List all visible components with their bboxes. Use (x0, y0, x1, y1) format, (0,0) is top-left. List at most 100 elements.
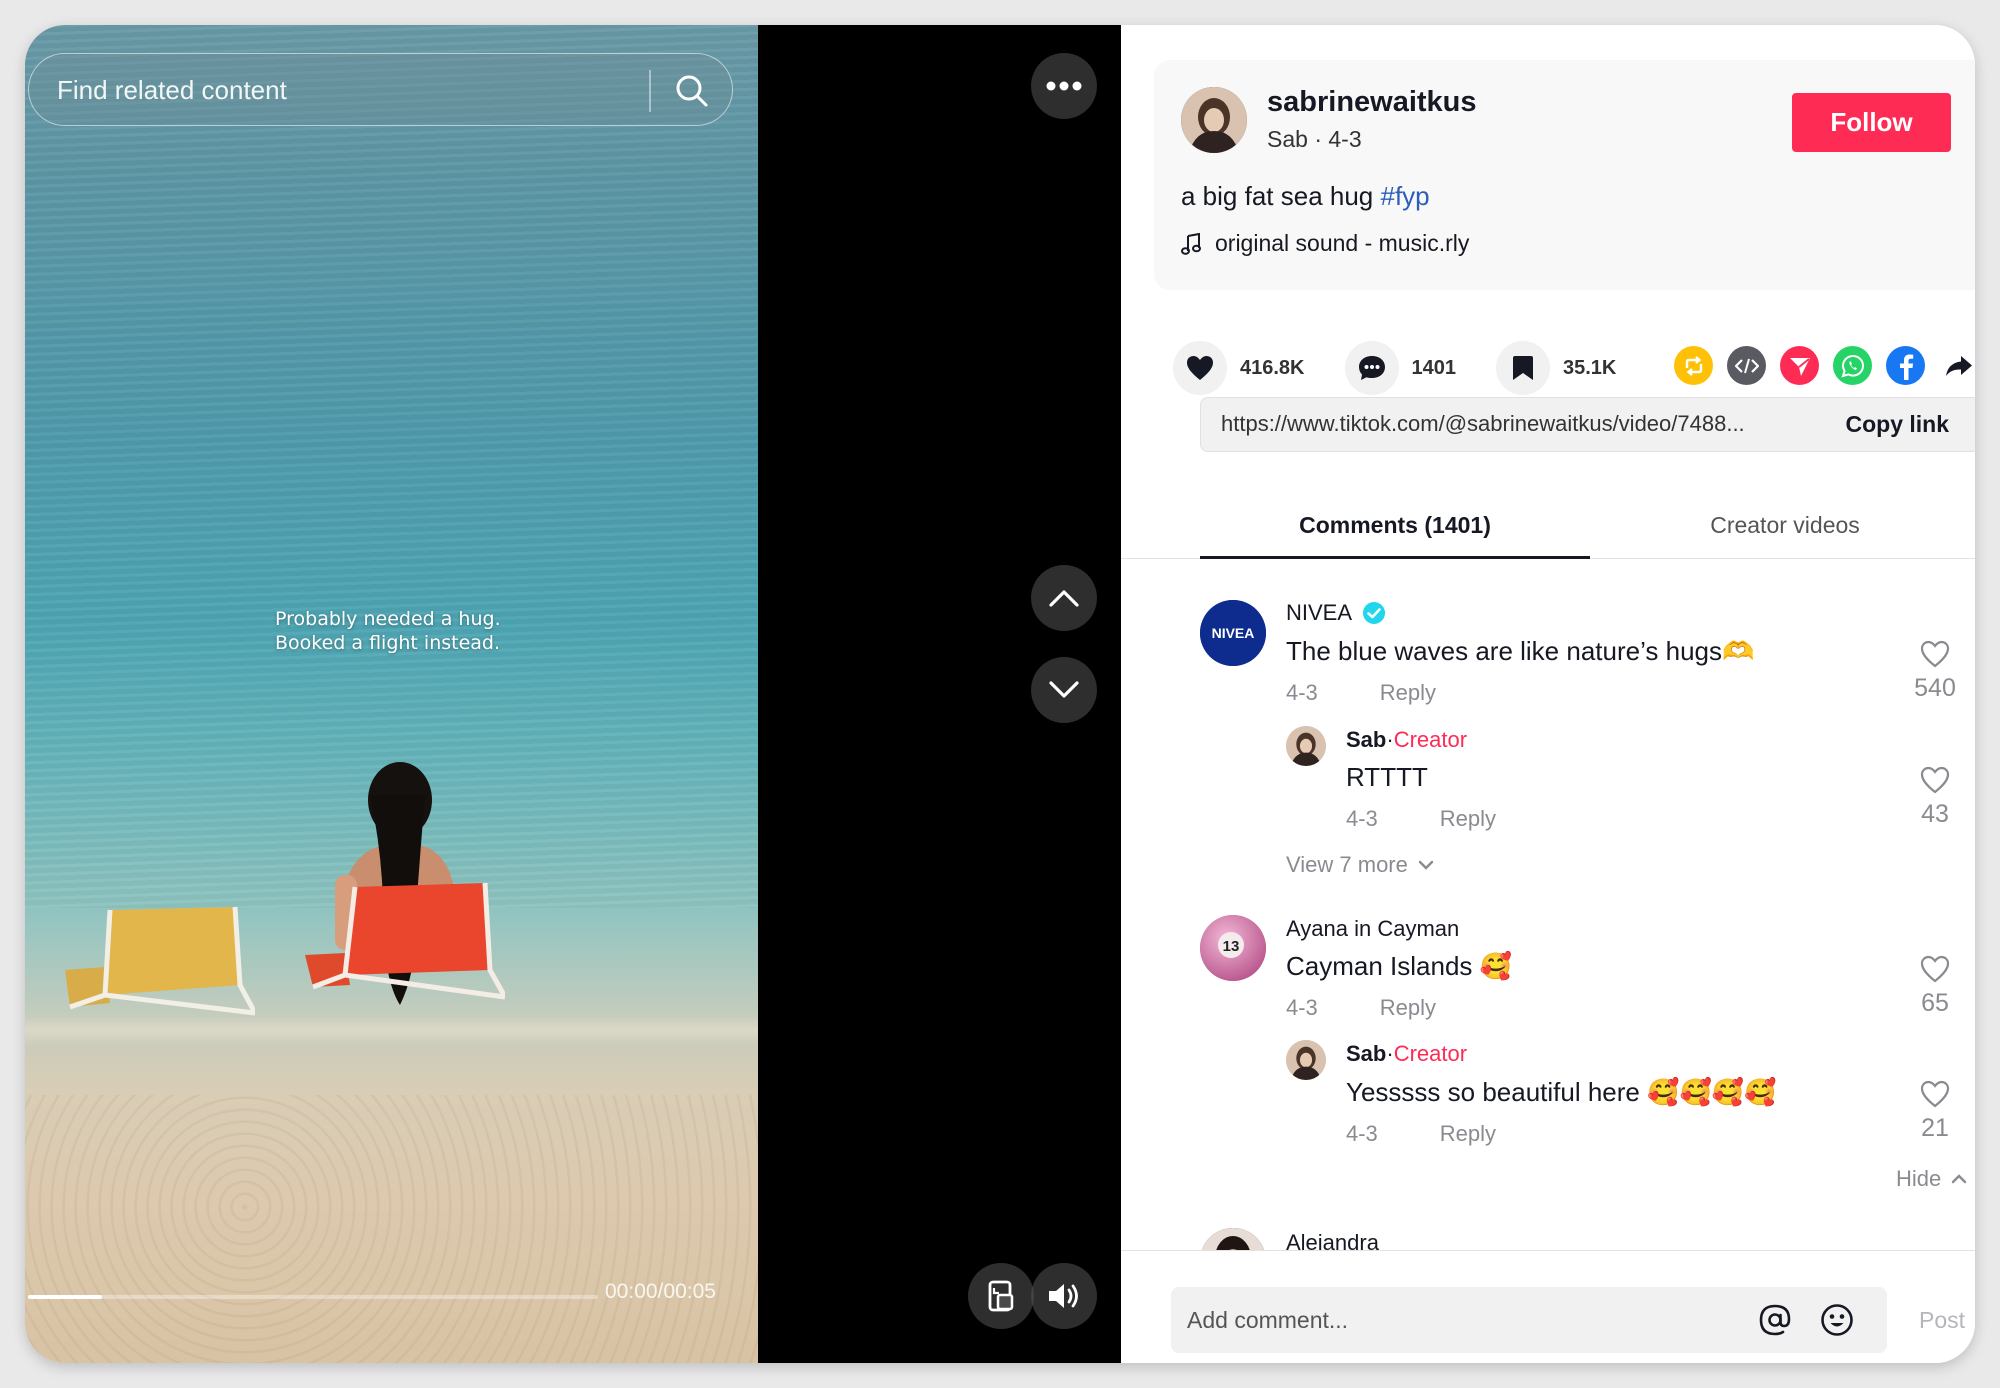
like-button[interactable] (1173, 341, 1227, 395)
search-input[interactable]: Find related content (57, 54, 287, 127)
sound-link[interactable]: original sound - music.rly (1181, 230, 1469, 257)
volume-button[interactable] (1031, 1263, 1097, 1329)
reply-like-button[interactable]: 21 (1905, 1080, 1965, 1143)
author-avatar[interactable] (1181, 87, 1247, 153)
whatsapp-button[interactable] (1833, 346, 1872, 385)
search-button[interactable] (665, 64, 719, 118)
previous-video-button[interactable] (1031, 565, 1097, 631)
video-link-box: https://www.tiktok.com/@sabrinewaitkus/v… (1200, 397, 1975, 452)
app-window: Find related content Probably needed a h… (25, 25, 1975, 1363)
reply-like-count: 21 (1921, 1114, 1949, 1142)
comment-text: The blue waves are like nature’s hugs🫶 (1286, 636, 1755, 666)
search-bar[interactable]: Find related content (28, 53, 733, 126)
floating-player-icon (988, 1280, 1014, 1312)
reply-button[interactable]: Reply (1440, 1121, 1496, 1147)
comment-meta: 4-3 Reply (1286, 995, 1436, 1021)
more-share-button[interactable] (1939, 346, 1975, 385)
mention-button[interactable] (1756, 1301, 1794, 1339)
comment-footer: Add comment... Post (1121, 1250, 1975, 1363)
comment-username[interactable]: NIVEA (1286, 600, 1386, 626)
comment-action[interactable]: 1401 (1344, 341, 1456, 395)
at-sign-icon (1759, 1304, 1791, 1336)
reply-button[interactable]: Reply (1380, 995, 1436, 1021)
facebook-button[interactable] (1886, 346, 1925, 385)
comment-button[interactable] (1344, 341, 1399, 395)
copy-link-button[interactable]: Copy link (1845, 398, 1949, 450)
add-comment-placeholder: Add comment... (1187, 1307, 1349, 1333)
chevron-down-icon (1049, 681, 1079, 698)
heart-outline-icon (1920, 766, 1950, 794)
search-divider (649, 70, 651, 112)
emoji-button[interactable] (1818, 1301, 1856, 1339)
comment-bubble-icon (1358, 356, 1385, 380)
tab-creator-videos[interactable]: Creator videos (1590, 495, 1975, 559)
video-url[interactable]: https://www.tiktok.com/@sabrinewaitkus/v… (1221, 398, 1811, 450)
comment-username-text: Ayana in Cayman (1286, 916, 1460, 941)
post-button[interactable]: Post (1919, 1287, 1965, 1353)
hide-replies-button[interactable]: Hide (1896, 1166, 1967, 1192)
reply-username[interactable]: Sab · Creator (1346, 1041, 1467, 1067)
nivea-logo: NIVEA (1200, 600, 1266, 666)
save-button[interactable] (1496, 341, 1550, 395)
comment-avatar-nivea[interactable]: NIVEA (1200, 600, 1266, 666)
floating-player-button[interactable] (968, 1263, 1034, 1329)
tab-comments[interactable]: Comments (1401) (1200, 495, 1590, 559)
video-side-bar (758, 25, 1121, 1363)
follow-button[interactable]: Follow (1792, 93, 1951, 152)
video-player[interactable]: Find related content Probably needed a h… (25, 25, 758, 1363)
comment-username-text: Alejandra (1286, 1230, 1379, 1250)
search-icon (676, 75, 708, 107)
reply-separator: · (1386, 1041, 1394, 1066)
share-icons (1674, 346, 1975, 385)
pool-ball-avatar: 13 (1200, 915, 1266, 981)
comment-like-button[interactable]: 540 (1905, 640, 1965, 703)
send-to-friends-button[interactable] (1780, 346, 1819, 385)
chevron-down-icon (1418, 860, 1434, 870)
reply-avatar-image (1286, 1040, 1326, 1080)
reply-button[interactable]: Reply (1380, 680, 1436, 706)
details-panel: sabrinewaitkus Sab · 4-3 Follow a big fa… (1121, 25, 1975, 1363)
reply-avatar[interactable] (1286, 1040, 1326, 1080)
reply-meta: 4-3 Reply (1346, 806, 1496, 832)
comment-like-button[interactable]: 65 (1905, 955, 1965, 1018)
svg-text:13: 13 (1223, 938, 1240, 955)
more-options-button[interactable] (1031, 53, 1097, 119)
reply-username[interactable]: Sab · Creator (1346, 727, 1467, 753)
hashtag-link[interactable]: #fyp (1380, 181, 1429, 211)
author-username[interactable]: sabrinewaitkus (1267, 86, 1477, 119)
reply-separator: · (1386, 727, 1394, 752)
comment-username[interactable]: Ayana in Cayman (1286, 916, 1459, 942)
comment-meta: 4-3 Reply (1286, 680, 1436, 706)
reply-date: 4-3 (1346, 1121, 1378, 1146)
comments-list[interactable]: NIVEA NIVEA The blue waves are like natu… (1121, 560, 1975, 1250)
like-count: 416.8K (1240, 356, 1305, 379)
reply-avatar-image (1286, 726, 1326, 766)
comment-avatar-ayana[interactable]: 13 (1200, 915, 1266, 981)
author-avatar-image (1181, 87, 1247, 153)
creator-badge: Creator (1393, 1041, 1468, 1066)
reply-username-text: Sab (1346, 727, 1387, 752)
comment-date: 4-3 (1286, 995, 1318, 1020)
view-more-replies-button[interactable]: View 7 more (1286, 852, 1434, 878)
reply-text: RTTTT (1346, 762, 1428, 792)
reply-like-button[interactable]: 43 (1905, 766, 1965, 829)
add-comment-input[interactable]: Add comment... (1171, 1287, 1887, 1353)
reply-avatar[interactable] (1286, 726, 1326, 766)
panel-tabs: Comments (1401) Creator videos (1121, 495, 1975, 559)
video-progress-bar[interactable] (28, 1295, 598, 1299)
like-action[interactable]: 416.8K (1173, 341, 1305, 395)
chevron-up-icon (1952, 1174, 1967, 1184)
comment-username[interactable]: Alejandra (1286, 1230, 1379, 1250)
alejandra-avatar-image (1200, 1228, 1266, 1250)
video-description: a big fat sea hug #fyp (1181, 181, 1430, 212)
comment-avatar-alejandra[interactable] (1200, 1228, 1266, 1250)
reply-button[interactable]: Reply (1440, 806, 1496, 832)
save-action[interactable]: 35.1K (1496, 341, 1616, 395)
description-text: a big fat sea hug (1181, 181, 1381, 211)
video-caption-line2: Booked a flight instead. (275, 632, 501, 654)
next-video-button[interactable] (1031, 657, 1097, 723)
video-caption: Probably needed a hug. Booked a flight i… (275, 607, 501, 655)
repost-button[interactable] (1674, 346, 1713, 385)
embed-button[interactable] (1727, 346, 1766, 385)
sound-name: original sound - music.rly (1215, 230, 1470, 256)
